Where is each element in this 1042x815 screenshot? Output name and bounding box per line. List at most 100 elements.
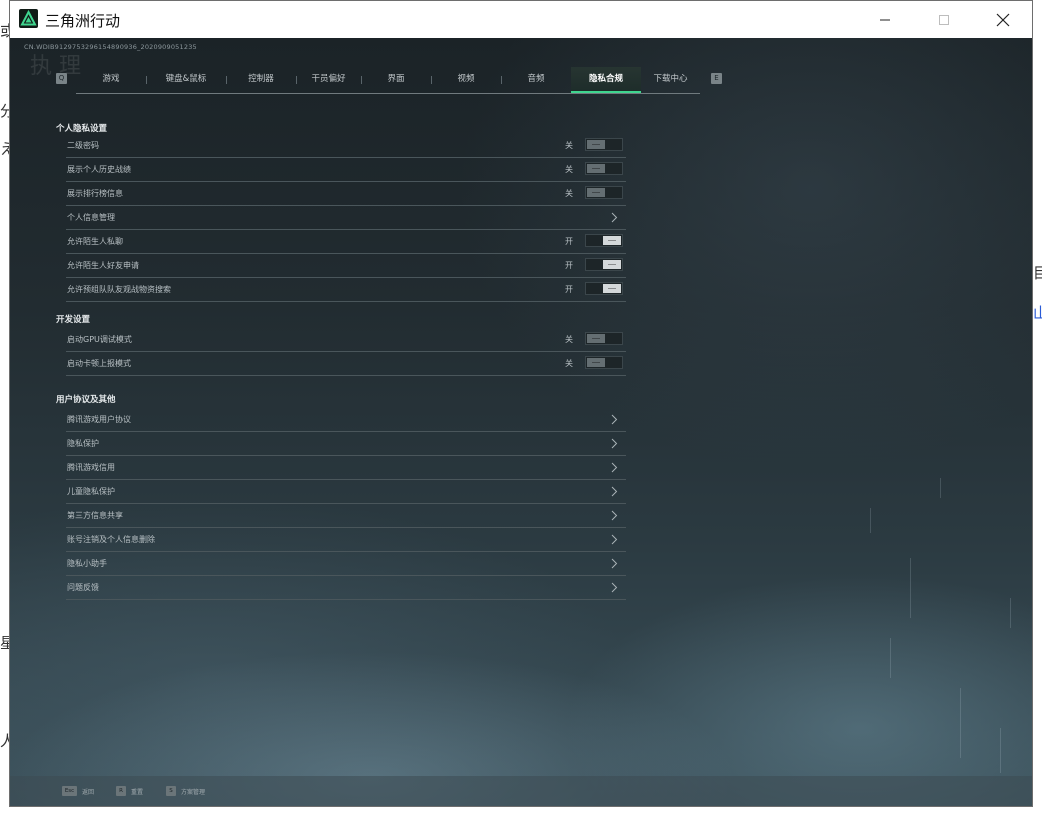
toggle-grip (608, 240, 616, 241)
setting-row-toggle[interactable]: 启动卡顿上报模式 关 (66, 352, 626, 376)
toggle-grip (592, 338, 600, 339)
setting-label: 启动卡顿上报模式 (67, 359, 131, 368)
toggle-grip (608, 264, 616, 265)
setting-row-link[interactable]: 第三方信息共享 (66, 504, 626, 528)
rain-streak (1000, 728, 1001, 773)
setting-label: 展示个人历史战绩 (67, 165, 131, 174)
app-logo-icon (19, 9, 38, 28)
setting-row-link[interactable]: 腾讯游戏信用 (66, 456, 626, 480)
tab-2[interactable]: 控制器 (226, 67, 296, 93)
hint-key[interactable]: Esc (62, 786, 77, 796)
key-hint-bar: Esc 返回 R 重置 S 方案管理 (10, 776, 1032, 806)
tab-separator (431, 76, 432, 84)
setting-row-link[interactable]: 腾讯游戏用户协议 (66, 408, 626, 432)
toggle-grip (608, 288, 616, 289)
toggle-state-label: 关 (565, 189, 573, 198)
setting-label: 允许预组队队友观战物资搜索 (67, 285, 171, 294)
section-title: 开发设置 (56, 315, 91, 325)
section-title: 个人隐私设置 (56, 124, 108, 134)
toggle-state-label: 关 (565, 359, 573, 368)
setting-label: 允许陌生人私聊 (67, 237, 123, 246)
toggle-grip (592, 144, 600, 145)
toggle-state-label: 开 (565, 261, 573, 270)
hint-key[interactable]: S (166, 786, 176, 796)
toggle-knob (587, 140, 605, 149)
rain-streak (960, 688, 961, 758)
close-button[interactable] (980, 1, 1026, 38)
setting-row-link[interactable]: 问题反馈 (66, 576, 626, 600)
tab-8[interactable]: 下载中心 (641, 67, 700, 93)
setting-row-link[interactable]: 隐私小助手 (66, 552, 626, 576)
minimize-button[interactable] (862, 1, 908, 38)
tab-separator (296, 76, 297, 84)
chevron-right-icon (611, 212, 618, 223)
setting-row-toggle[interactable]: 展示排行榜信息 关 (66, 182, 626, 206)
rain-streak (890, 638, 891, 678)
chevron-right-icon (611, 558, 618, 569)
window-title: 三角洲行动 (45, 12, 121, 30)
tab-separator (146, 76, 147, 84)
close-icon (996, 13, 1010, 26)
tab-0[interactable]: 游戏 (76, 67, 146, 93)
setting-row-link[interactable]: 儿童隐私保护 (66, 480, 626, 504)
tab-prev-key[interactable]: Q (56, 73, 67, 84)
setting-row-toggle[interactable]: 允许陌生人好友申请 开 (66, 254, 626, 278)
rain-streak (910, 558, 911, 618)
toggle-knob (587, 164, 605, 173)
toggle-switch[interactable] (585, 138, 623, 151)
toggle-switch[interactable] (585, 356, 623, 369)
version-string: CN.WDIB9129753296154890936_2020909051235 (24, 43, 197, 51)
hint-key[interactable]: R (116, 786, 126, 796)
toggle-knob (587, 334, 605, 343)
setting-row-link[interactable]: 个人信息管理 (66, 206, 626, 230)
chevron-right-icon (611, 486, 618, 497)
setting-label: 问题反馈 (67, 583, 99, 592)
maximize-button[interactable] (921, 1, 967, 38)
setting-label: 允许陌生人好友申请 (67, 261, 139, 270)
tab-7[interactable]: 隐私合规 (571, 67, 641, 93)
tab-separator (361, 76, 362, 84)
toggle-switch[interactable] (585, 258, 623, 271)
chevron-right-icon (611, 582, 618, 593)
setting-label: 账号注销及个人信息删除 (67, 535, 155, 544)
toggle-state-label: 关 (565, 335, 573, 344)
chevron-right-icon (611, 414, 618, 425)
game-window: 三角洲行动 执 理 CN.WDIB9129753296154890936_202… (9, 0, 1033, 807)
tab-5[interactable]: 视频 (431, 67, 501, 93)
toggle-knob (603, 260, 621, 269)
setting-label: 隐私小助手 (67, 559, 107, 568)
toggle-knob (587, 188, 605, 197)
setting-row-toggle[interactable]: 启动GPU调试模式 关 (66, 328, 626, 352)
tab-3[interactable]: 干员偏好 (296, 67, 361, 93)
title-bar[interactable]: 三角洲行动 (10, 1, 1032, 38)
setting-label: 展示排行榜信息 (67, 189, 123, 198)
rain-streak (940, 478, 941, 498)
toggle-switch[interactable] (585, 186, 623, 199)
toggle-switch[interactable] (585, 162, 623, 175)
hint-label: 重置 (131, 789, 144, 796)
setting-label: 二级密码 (67, 141, 99, 150)
hint-label: 方案管理 (181, 789, 206, 796)
desktop-peek-text: 目 (1033, 264, 1042, 282)
setting-row-toggle[interactable]: 二级密码 关 (66, 134, 626, 158)
toggle-switch[interactable] (585, 282, 623, 295)
tab-separator (501, 76, 502, 84)
toggle-state-label: 关 (565, 165, 573, 174)
tab-1[interactable]: 键盘&鼠标 (146, 67, 226, 93)
chevron-right-icon (611, 438, 618, 449)
game-settings-screen: 执 理 CN.WDIB9129753296154890936_202090905… (10, 38, 1032, 806)
setting-row-toggle[interactable]: 允许预组队队友观战物资搜索 开 (66, 278, 626, 302)
toggle-switch[interactable] (585, 332, 623, 345)
setting-row-toggle[interactable]: 允许陌生人私聊 开 (66, 230, 626, 254)
toggle-state-label: 开 (565, 285, 573, 294)
setting-row-link[interactable]: 隐私保护 (66, 432, 626, 456)
setting-row-link[interactable]: 账号注销及个人信息删除 (66, 528, 626, 552)
toggle-switch[interactable] (585, 234, 623, 247)
tab-4[interactable]: 界面 (361, 67, 431, 93)
toggle-state-label: 关 (565, 141, 573, 150)
setting-row-toggle[interactable]: 展示个人历史战绩 关 (66, 158, 626, 182)
tab-next-key[interactable]: E (711, 73, 722, 84)
setting-label: 儿童隐私保护 (67, 487, 115, 496)
setting-label: 个人信息管理 (67, 213, 115, 222)
tab-6[interactable]: 音频 (501, 67, 571, 93)
